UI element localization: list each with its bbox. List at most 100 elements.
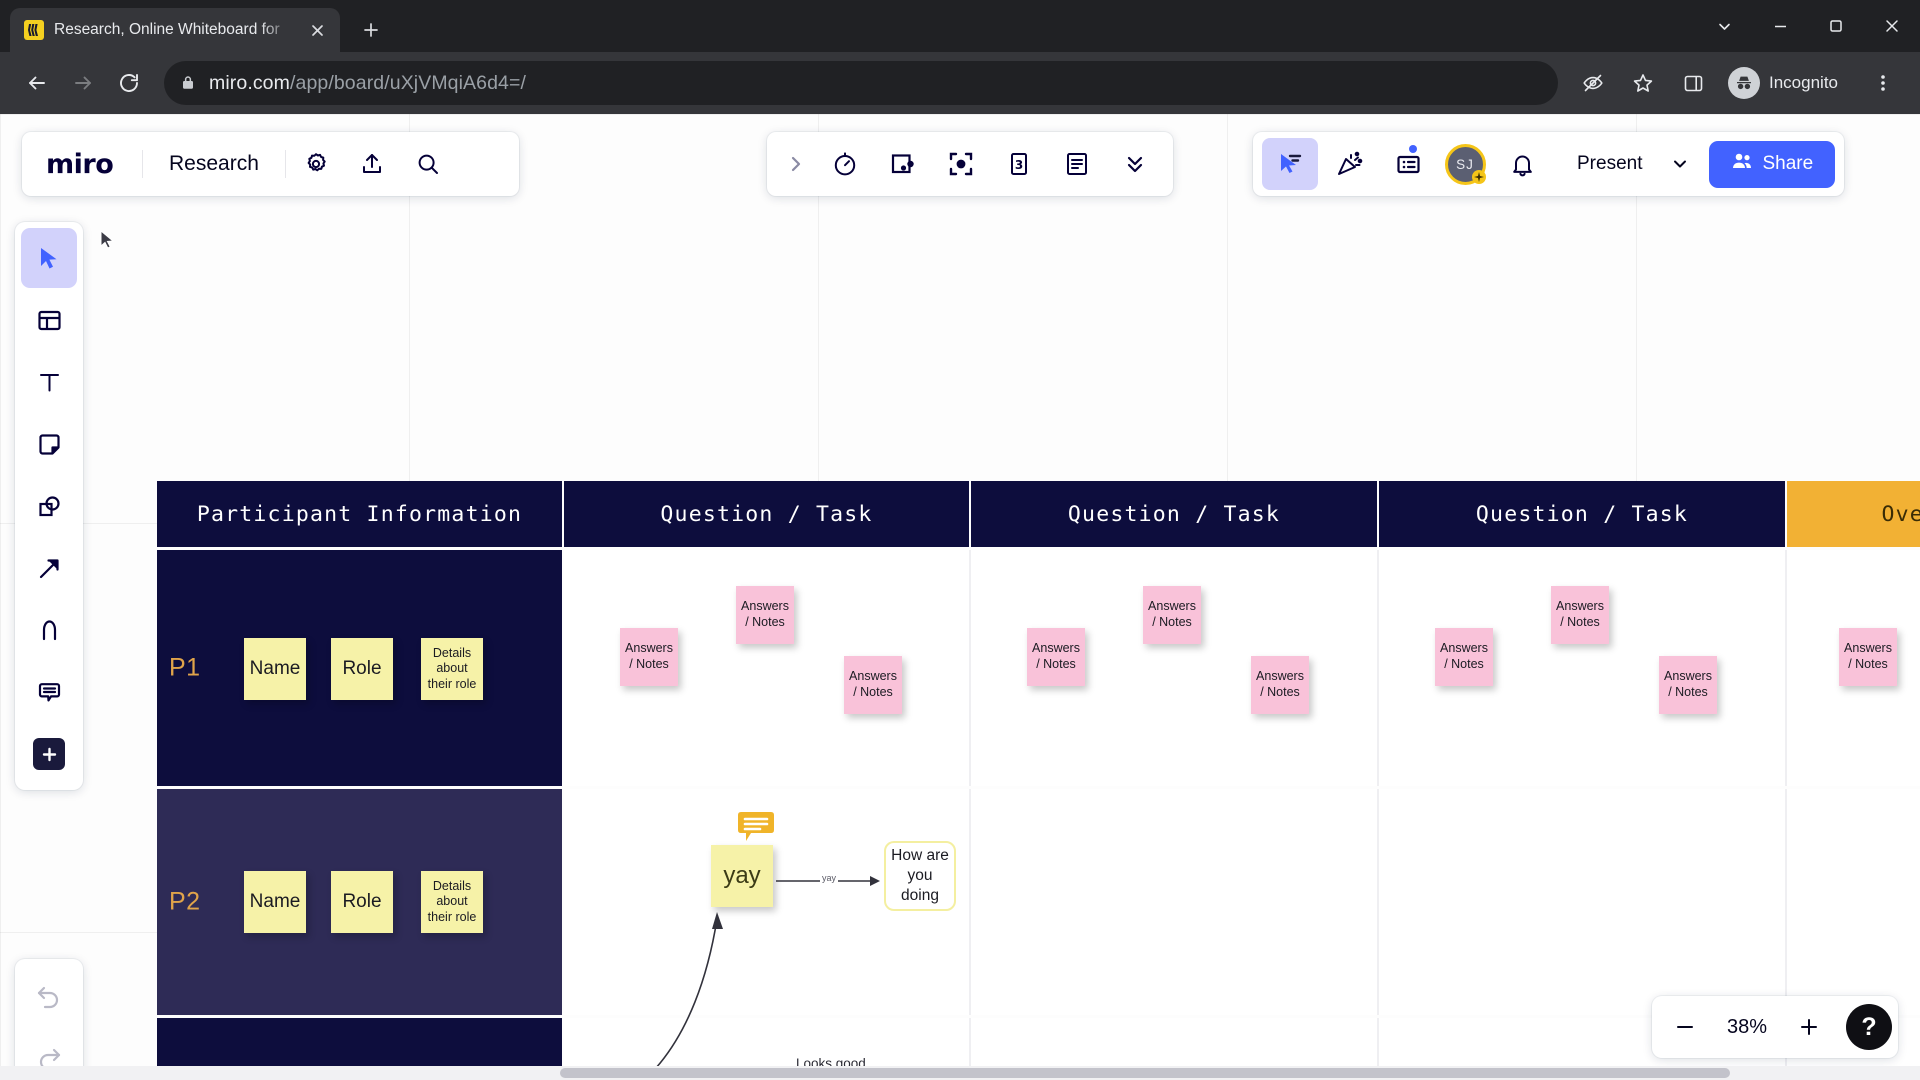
sticky-note[interactable]: Answers / Notes bbox=[1839, 628, 1897, 686]
sticky-note[interactable]: Answers / Notes bbox=[736, 586, 794, 644]
sticky-note[interactable]: Name bbox=[244, 871, 306, 933]
window-close-icon[interactable] bbox=[1864, 0, 1920, 52]
people-icon bbox=[1731, 150, 1753, 178]
reload-icon[interactable] bbox=[108, 62, 150, 104]
center-toolbar: 3 bbox=[767, 132, 1173, 196]
kebab-menu-icon[interactable] bbox=[1862, 62, 1904, 104]
help-button[interactable]: ? bbox=[1846, 1004, 1892, 1050]
double-chevron-down-icon[interactable] bbox=[1107, 138, 1163, 190]
sparkle-icon bbox=[1471, 169, 1486, 184]
zoom-in-button[interactable] bbox=[1782, 1001, 1836, 1053]
undo-arrow-icon[interactable] bbox=[21, 965, 77, 1027]
sticky-note[interactable]: Answers / Notes bbox=[1551, 586, 1609, 644]
activity-list-icon[interactable] bbox=[1380, 138, 1436, 190]
tab-search-chevron-icon[interactable] bbox=[1696, 0, 1752, 52]
present-chevron-down-icon[interactable] bbox=[1660, 141, 1700, 187]
sticky-note[interactable]: Answers / Notes bbox=[1143, 586, 1201, 644]
frame-dots-icon[interactable] bbox=[875, 138, 931, 190]
more-apps-tool[interactable] bbox=[21, 724, 77, 784]
share-button[interactable]: Share bbox=[1709, 140, 1836, 188]
participant-cell-p1[interactable]: P1 Name Role Details about their role bbox=[157, 550, 564, 786]
focus-target-icon[interactable] bbox=[933, 138, 989, 190]
answer-cell-p1-q3[interactable]: Answers / Notes Answers / Notes Answers … bbox=[1379, 550, 1787, 786]
minimize-icon[interactable] bbox=[1752, 0, 1808, 52]
upload-icon[interactable] bbox=[346, 138, 398, 190]
column-header-question-3: Question / Task bbox=[1379, 481, 1787, 547]
row-label-p1: P1 bbox=[169, 653, 201, 682]
profile-incognito-button[interactable]: Incognito bbox=[1722, 62, 1854, 104]
sticky-note[interactable]: Answers / Notes bbox=[1251, 656, 1309, 714]
board-name-label[interactable]: Research bbox=[147, 152, 281, 176]
column-header-question-1: Question / Task bbox=[564, 481, 971, 547]
column-header-participant: Participant Information bbox=[157, 481, 564, 547]
answer-cell-p1-q2[interactable]: Answers / Notes Answers / Notes Answers … bbox=[971, 550, 1379, 786]
new-tab-button[interactable] bbox=[354, 13, 388, 47]
zoom-out-button[interactable] bbox=[1658, 1001, 1712, 1053]
omnibar-actions: Incognito bbox=[1572, 62, 1904, 104]
user-avatar[interactable]: SJ bbox=[1439, 138, 1491, 190]
sticky-note[interactable]: Answers / Notes bbox=[1027, 628, 1085, 686]
participant-cell-p2[interactable]: P2 Name Role Details about their role bbox=[157, 789, 564, 1015]
url-path: /app/board/uXjVMqiA6d4=/ bbox=[289, 71, 527, 94]
answer-cell-p2-q3[interactable] bbox=[1379, 789, 1787, 1015]
url-bar[interactable]: miro.com/app/board/uXjVMqiA6d4=/ bbox=[164, 61, 1558, 105]
select-cursor-button[interactable] bbox=[1262, 138, 1318, 190]
comment-tool[interactable] bbox=[21, 662, 77, 722]
sticky-note[interactable]: Details about their role bbox=[421, 638, 483, 700]
arrow-tool[interactable] bbox=[21, 538, 77, 598]
divider bbox=[284, 150, 286, 178]
sticky-note-yay[interactable]: yay bbox=[711, 845, 773, 907]
gear-icon[interactable] bbox=[290, 138, 342, 190]
sticky-note[interactable]: Answers / Notes bbox=[620, 628, 678, 686]
pen-tool[interactable] bbox=[21, 600, 77, 660]
undo-redo-palette bbox=[15, 959, 83, 1080]
tracking-protection-icon[interactable] bbox=[1572, 62, 1614, 104]
sticky-note[interactable]: Answers / Notes bbox=[844, 656, 902, 714]
present-button[interactable]: Present bbox=[1559, 141, 1660, 187]
search-icon[interactable] bbox=[402, 138, 454, 190]
sticky-note[interactable]: Details about their role bbox=[421, 871, 483, 933]
answer-cell-p1-q1[interactable]: Answers / Notes Answers / Notes Answers … bbox=[564, 550, 971, 786]
maximize-icon[interactable] bbox=[1808, 0, 1864, 52]
celebrate-icon[interactable] bbox=[1321, 138, 1377, 190]
tab-close-icon[interactable] bbox=[304, 17, 330, 43]
svg-text:miro: miro bbox=[46, 149, 113, 179]
answer-cell-p2-q1[interactable]: yay yay How are you doing bbox=[564, 789, 971, 1015]
back-arrow-icon[interactable] bbox=[16, 62, 58, 104]
vote-three-icon[interactable]: 3 bbox=[991, 138, 1047, 190]
zoom-controls: 38% ? bbox=[1652, 996, 1898, 1058]
answer-cell-p2-overall[interactable] bbox=[1787, 789, 1920, 1015]
templates-tool[interactable] bbox=[21, 290, 77, 350]
sticky-note[interactable]: Role bbox=[331, 638, 393, 700]
table-row: P1 Name Role Details about their role An… bbox=[157, 550, 1920, 786]
horizontal-scrollbar[interactable] bbox=[0, 1066, 1920, 1080]
miro-logo[interactable]: miro bbox=[34, 149, 138, 179]
document-lines-icon[interactable] bbox=[1049, 138, 1105, 190]
answer-cell-p2-q2[interactable] bbox=[971, 789, 1379, 1015]
avatar: SJ bbox=[1444, 143, 1486, 185]
side-panel-icon[interactable] bbox=[1672, 62, 1714, 104]
forward-arrow-icon[interactable] bbox=[62, 62, 104, 104]
profile-label: Incognito bbox=[1769, 73, 1838, 92]
sticky-note[interactable]: Answers / Notes bbox=[1435, 628, 1493, 686]
share-label: Share bbox=[1762, 153, 1814, 174]
sticky-note[interactable]: Answers / Notes bbox=[1659, 656, 1717, 714]
text-tool[interactable] bbox=[21, 352, 77, 412]
plus-icon bbox=[33, 738, 65, 770]
browser-window: Research, Online Whiteboard for miro.com… bbox=[0, 0, 1920, 1080]
timer-icon[interactable] bbox=[817, 138, 873, 190]
expand-toolbar-chevron-icon[interactable] bbox=[777, 138, 815, 190]
comment-badge-icon[interactable] bbox=[553, 769, 774, 841]
sticky-note-tool[interactable] bbox=[21, 414, 77, 474]
sticky-note[interactable]: Name bbox=[244, 638, 306, 700]
scrollbar-thumb[interactable] bbox=[560, 1068, 1730, 1078]
bell-icon[interactable] bbox=[1494, 138, 1550, 190]
shapes-tool[interactable] bbox=[21, 476, 77, 536]
round-note-how-are-you[interactable]: How are you doing bbox=[884, 841, 956, 911]
select-tool[interactable] bbox=[21, 228, 77, 288]
answer-cell-p1-overall[interactable]: Answers / Notes bbox=[1787, 550, 1920, 786]
zoom-level-label[interactable]: 38% bbox=[1714, 1016, 1780, 1039]
browser-tab[interactable]: Research, Online Whiteboard for bbox=[10, 8, 340, 52]
bookmark-star-icon[interactable] bbox=[1622, 62, 1664, 104]
sticky-note[interactable]: Role bbox=[331, 871, 393, 933]
